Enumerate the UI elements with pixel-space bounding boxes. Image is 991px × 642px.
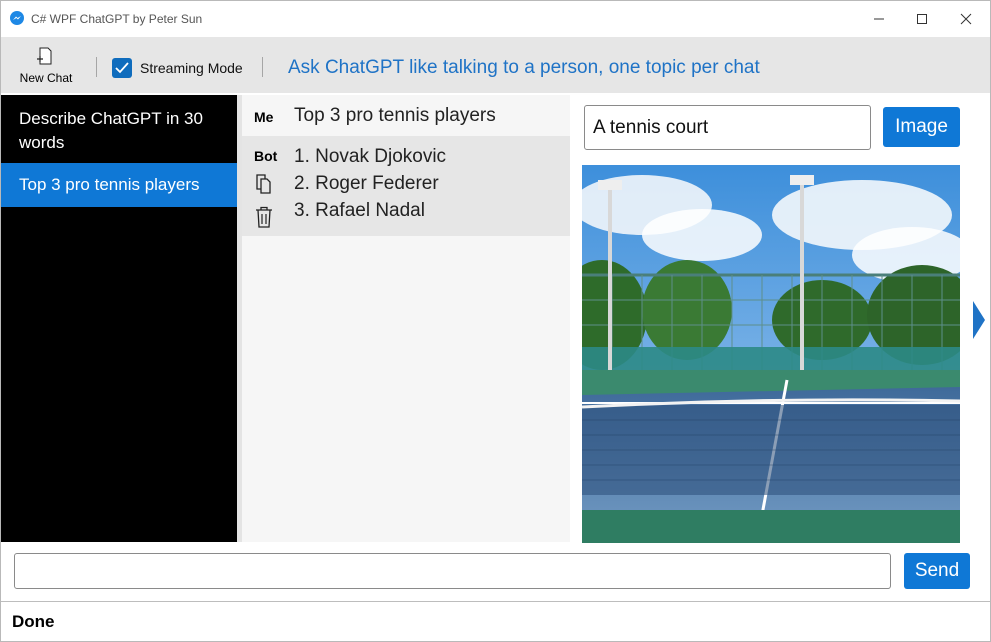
user-message: Me Top 3 pro tennis players — [242, 95, 570, 136]
chat-list-sidebar: Describe ChatGPT in 30 words Top 3 pro t… — [1, 95, 237, 542]
chat-list-item[interactable]: Describe ChatGPT in 30 words — [1, 107, 237, 167]
new-chat-icon — [37, 47, 52, 65]
close-button[interactable] — [943, 1, 989, 37]
close-icon — [960, 13, 972, 25]
bot-message: Bot 1. Novak Djokovic 2. Roger Federer 3… — [242, 136, 570, 236]
checkmark-icon — [115, 62, 129, 74]
copy-icon[interactable] — [255, 174, 273, 194]
conversation-panel: Me Top 3 pro tennis players Bot 1. Novak… — [242, 95, 570, 542]
delete-icon[interactable] — [255, 206, 273, 228]
app-window: C# WPF ChatGPT by Peter Sun New Chat Str… — [0, 0, 991, 642]
next-image-arrow-icon[interactable] — [972, 301, 986, 339]
send-button[interactable]: Send — [904, 553, 970, 589]
bot-line: 1. Novak Djokovic — [294, 146, 447, 167]
new-chat-label: New Chat — [19, 71, 73, 85]
tagline: Ask ChatGPT like talking to a person, on… — [288, 57, 760, 78]
maximize-button[interactable] — [899, 1, 945, 37]
status-text: Done — [12, 612, 55, 631]
toolbar-separator — [262, 57, 263, 77]
streaming-mode-label[interactable]: Streaming Mode — [140, 60, 243, 76]
me-label: Me — [254, 109, 274, 125]
bot-message-text: 1. Novak Djokovic 2. Roger Federer 3. Ra… — [294, 143, 446, 224]
generated-image — [582, 165, 960, 543]
bot-line: 2. Roger Federer — [294, 173, 439, 194]
window-title: C# WPF ChatGPT by Peter Sun — [31, 12, 203, 26]
new-chat-button[interactable]: New Chat — [13, 43, 79, 89]
minimize-button[interactable] — [856, 1, 902, 37]
image-prompt-input[interactable]: A tennis court — [584, 105, 871, 150]
user-message-text: Top 3 pro tennis players — [294, 105, 496, 126]
bot-label: Bot — [254, 148, 278, 164]
toolbar: New Chat Streaming Mode Ask ChatGPT like… — [1, 37, 990, 93]
image-button[interactable]: Image — [883, 107, 960, 147]
messenger-icon — [10, 11, 24, 25]
message-input[interactable] — [14, 553, 891, 589]
minimize-icon — [874, 18, 884, 20]
status-bar: Done — [1, 601, 990, 641]
streaming-mode-checkbox[interactable] — [112, 58, 132, 78]
maximize-icon — [917, 14, 927, 24]
title-bar: C# WPF ChatGPT by Peter Sun — [1, 1, 990, 37]
toolbar-separator — [96, 57, 97, 77]
bot-line: 3. Rafael Nadal — [294, 200, 425, 221]
chat-list-item-selected[interactable]: Top 3 pro tennis players — [1, 163, 237, 207]
